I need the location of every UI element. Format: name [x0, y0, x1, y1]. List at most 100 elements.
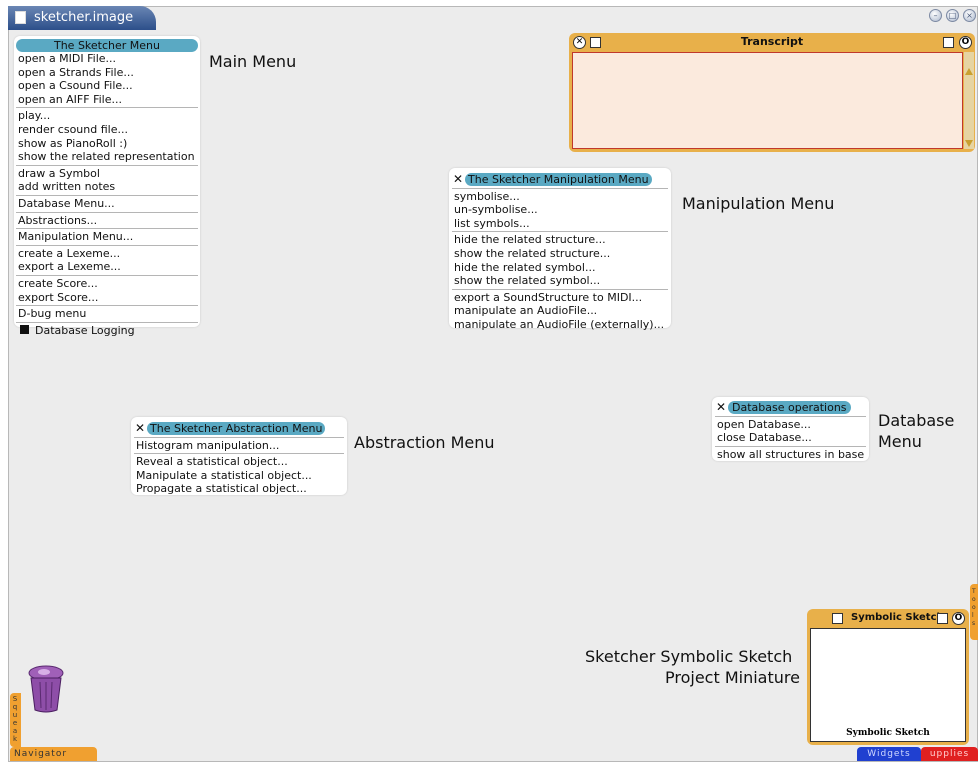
menu-separator [452, 288, 668, 290]
document-icon [15, 11, 26, 24]
window-menu-icon[interactable] [832, 613, 843, 624]
transcript-scrollbar[interactable] [964, 52, 974, 149]
symbolic-sketch-window[interactable]: Symbolic Sketch O Symbolic Sketch [807, 609, 969, 745]
menu-item[interactable]: manipulate an AudioFile (externally)... [452, 318, 668, 332]
database-logging-label: Database Logging [35, 323, 135, 337]
transcript-window[interactable]: ✕ Transcript O [569, 33, 975, 152]
scroll-down-icon[interactable] [965, 140, 973, 147]
transcript-title-bar[interactable]: ✕ Transcript O [569, 33, 975, 51]
close-icon[interactable]: ✕ [452, 172, 464, 187]
menu-item[interactable]: symbolise... [452, 190, 668, 204]
manipulation-menu-title[interactable]: The Sketcher Manipulation Menu [465, 173, 652, 187]
miniature-label-line1: Sketcher Symbolic Sketch [585, 647, 793, 666]
menu-separator [134, 436, 344, 438]
menu-item[interactable]: hide the related structure... [452, 233, 668, 247]
menu-item[interactable]: export a Lexeme... [16, 260, 198, 274]
transcript-title: Transcript [740, 35, 804, 48]
menu-separator [715, 415, 866, 417]
menu-item[interactable]: show as PianoRoll :) [16, 137, 198, 151]
menu-separator [134, 453, 344, 455]
menu-separator [16, 274, 198, 276]
window-title-tab[interactable]: sketcher.image [8, 6, 156, 30]
database-menu-items: open Database... close Database... show al… [715, 415, 866, 462]
main-menu: The Sketcher Menu open a MIDI File... ope… [14, 36, 200, 337]
scroll-up-icon[interactable] [965, 68, 973, 75]
menu-item[interactable]: close Database... [715, 431, 866, 445]
close-icon[interactable]: ✕ [715, 400, 727, 415]
menu-separator [16, 211, 198, 213]
menu-item[interactable]: open an AIFF File... [16, 93, 198, 107]
database-menu-title[interactable]: Database operations [728, 401, 851, 415]
menu-item[interactable]: open a Csound File... [16, 79, 198, 93]
menu-item[interactable]: un-symbolise... [452, 203, 668, 217]
navigator-flap[interactable]: Navigator [10, 747, 97, 761]
menu-separator [16, 164, 198, 166]
menu-item[interactable]: Manipulate a statistical object... [134, 469, 344, 483]
menu-item[interactable]: hide the related symbol... [452, 261, 668, 275]
menu-separator [16, 244, 198, 246]
main-menu-title[interactable]: The Sketcher Menu [16, 39, 198, 52]
window-title: sketcher.image [34, 10, 134, 25]
maximize-icon[interactable]: □ [946, 9, 959, 22]
database-logging-row[interactable]: Database Logging [16, 324, 198, 338]
menu-item[interactable]: show all structures in base [715, 448, 866, 462]
menu-item[interactable]: show the related symbol... [452, 274, 668, 288]
database-menu-label-line2: Menu [878, 432, 922, 451]
collapse-icon[interactable] [937, 613, 948, 624]
abstraction-menu-items: Histogram manipulation... Reveal a statis… [134, 436, 344, 496]
database-menu: ✕ Database operations open Database... cl… [712, 397, 869, 461]
checkbox-icon[interactable] [20, 324, 29, 334]
expand-icon[interactable]: O [952, 612, 965, 625]
menu-item[interactable]: Reveal a statistical object... [134, 455, 344, 469]
manipulation-menu-label: Manipulation Menu [682, 194, 835, 213]
menu-item[interactable]: add written notes [16, 180, 198, 194]
menu-item[interactable]: open Database... [715, 418, 866, 432]
menu-separator [715, 445, 866, 447]
minimize-icon[interactable]: – [929, 9, 942, 22]
menu-item[interactable]: Propagate a statistical object... [134, 482, 344, 496]
main-menu-items: open a MIDI File... open a Strands File..… [16, 52, 198, 323]
transcript-text-area[interactable] [572, 52, 963, 149]
menu-item[interactable]: D-bug menu [16, 307, 198, 321]
menu-item[interactable]: Database Menu... [16, 197, 198, 211]
menu-item[interactable]: create a Lexeme... [16, 247, 198, 261]
menu-separator [452, 187, 668, 189]
menu-item[interactable]: render csound file... [16, 123, 198, 137]
squeak-flap[interactable]: Squeak [10, 693, 21, 747]
menu-item[interactable]: export Score... [16, 291, 198, 305]
tools-flap-label: Tools [972, 588, 977, 627]
close-icon[interactable]: × [963, 9, 976, 22]
menu-item[interactable]: Abstractions... [16, 214, 198, 228]
menu-item[interactable]: create Score... [16, 277, 198, 291]
symbolic-sketch-title: Symbolic Sketch [851, 612, 944, 623]
symbolic-sketch-canvas[interactable]: Symbolic Sketch [810, 628, 966, 742]
expand-icon[interactable]: O [959, 36, 972, 49]
menu-separator [16, 228, 198, 230]
menu-item[interactable]: Manipulation Menu... [16, 230, 198, 244]
menu-item[interactable]: play... [16, 109, 198, 123]
tools-flap[interactable]: Tools [970, 584, 978, 640]
database-menu-label-line1: Database [878, 411, 955, 430]
menu-item[interactable]: Histogram manipulation... [134, 439, 344, 453]
abstraction-menu-title[interactable]: The Sketcher Abstraction Menu [147, 422, 326, 436]
miniature-label-line2: Project Miniature [665, 668, 800, 687]
menu-item[interactable]: export a SoundStructure to MIDI... [452, 291, 668, 305]
menu-item[interactable]: show the related representation [16, 150, 198, 164]
close-icon[interactable]: ✕ [134, 421, 146, 436]
manipulation-menu: ✕ The Sketcher Manipulation Menu symboli… [449, 168, 671, 331]
trash-icon[interactable] [26, 664, 66, 714]
menu-item[interactable]: list symbols... [452, 217, 668, 231]
menu-separator [16, 194, 198, 196]
menu-item[interactable]: draw a Symbol [16, 167, 198, 181]
supplies-flap[interactable]: upplies [921, 747, 978, 761]
symbolic-sketch-caption: Symbolic Sketch [846, 728, 930, 738]
widgets-flap[interactable]: Widgets [857, 747, 921, 761]
abstraction-menu: ✕ The Sketcher Abstraction Menu Histogra… [131, 417, 347, 495]
menu-item[interactable]: open a MIDI File... [16, 52, 198, 66]
collapse-icon[interactable] [943, 37, 954, 48]
menu-item[interactable]: manipulate an AudioFile... [452, 304, 668, 318]
menu-separator [452, 231, 668, 233]
abstraction-menu-label: Abstraction Menu [354, 433, 495, 452]
menu-item[interactable]: show the related structure... [452, 247, 668, 261]
menu-item[interactable]: open a Strands File... [16, 66, 198, 80]
